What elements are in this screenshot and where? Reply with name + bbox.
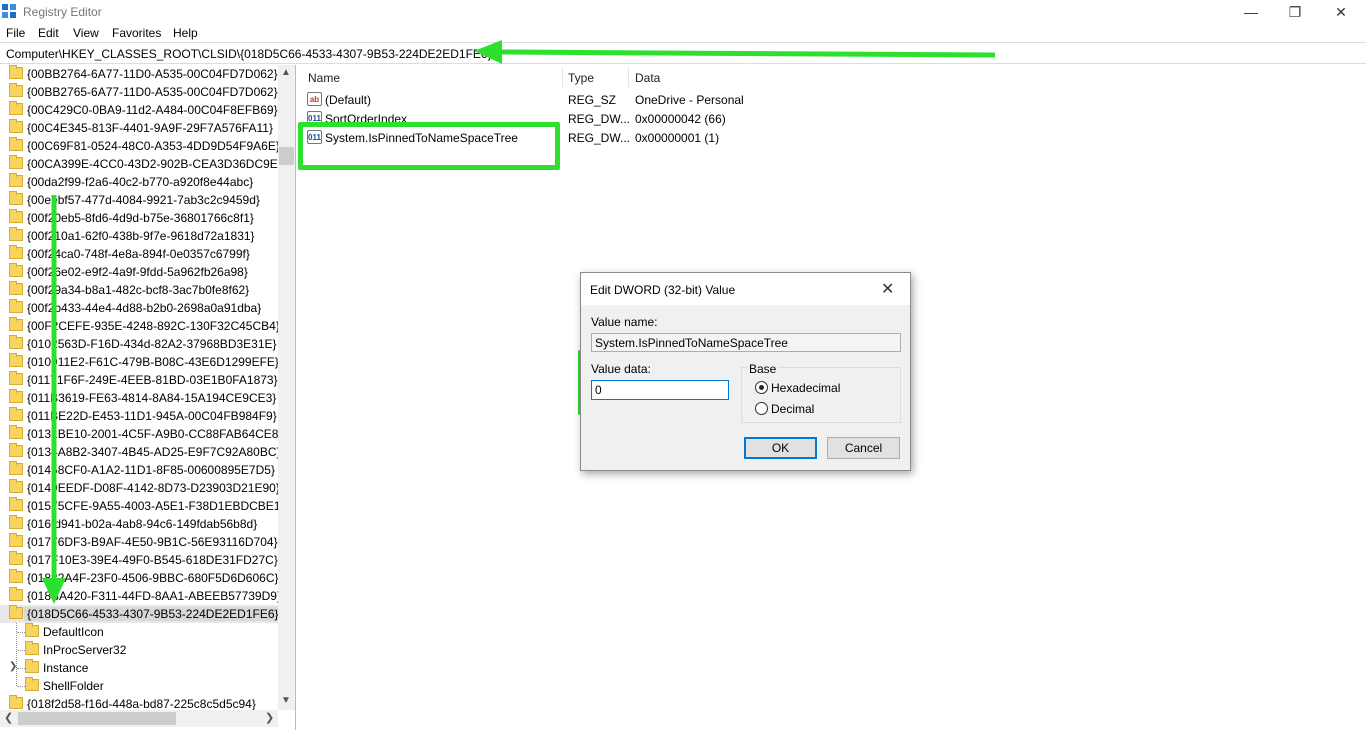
tree-arrow-head (42, 578, 66, 604)
dialog-title: Edit DWORD (32-bit) Value (590, 283, 736, 297)
value-data-input[interactable]: 0 (591, 380, 729, 400)
edit-dword-dialog: Edit DWORD (32-bit) Value ✕ Value name: … (580, 272, 911, 471)
ok-button[interactable]: OK (744, 437, 817, 459)
address-arrow-head (474, 40, 502, 64)
dialog-title-bar: Edit DWORD (32-bit) Value ✕ (581, 273, 910, 305)
value-data-label: Value data: (591, 362, 651, 376)
hexadecimal-radio[interactable] (755, 381, 768, 394)
address-arrow-line (499, 49, 996, 58)
cancel-button[interactable]: Cancel (827, 437, 900, 459)
hexadecimal-label[interactable]: Hexadecimal (771, 381, 840, 395)
decimal-label[interactable]: Decimal (771, 402, 814, 416)
base-label: Base (747, 362, 779, 376)
decimal-radio[interactable] (755, 402, 768, 415)
close-icon[interactable]: ✕ (881, 279, 894, 299)
value-name-field: System.IsPinnedToNameSpaceTree (591, 333, 901, 352)
value-name-label: Value name: (591, 315, 658, 329)
